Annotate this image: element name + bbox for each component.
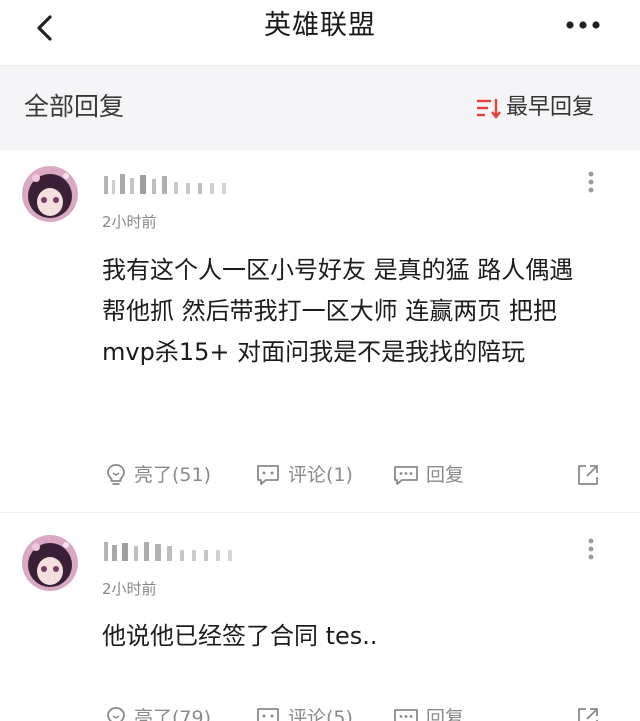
reply-button[interactable]: 回复	[392, 460, 464, 490]
blurred-username-graphic	[104, 542, 232, 561]
like-button[interactable]: 亮了(79)	[104, 703, 211, 721]
reply-bubble-icon	[394, 709, 418, 721]
top-navigation-bar: 英雄联盟	[0, 0, 640, 66]
reply-button[interactable]: 回复	[392, 703, 464, 721]
more-vertical-icon	[588, 171, 594, 193]
share-icon	[578, 465, 598, 485]
share-button[interactable]	[574, 703, 608, 721]
replies-section-header: 全部回复 最早回复	[0, 66, 640, 150]
reply-text: 我有这个人一区小号好友 是真的猛 路人偶遇帮他抓 然后带我打一区大师 连赢两页 …	[102, 256, 574, 366]
sort-icon	[476, 99, 501, 119]
reply-action-bar: 亮了(79) 评论(5) 回复	[104, 703, 604, 721]
comment-count-label: 评论(1)	[288, 464, 353, 486]
comment-button[interactable]: 评论(1)	[254, 460, 353, 490]
avatar-image	[22, 166, 78, 222]
comment-button[interactable]: 评论(5)	[254, 703, 353, 721]
comment-icon	[257, 708, 279, 721]
reply-timestamp: 2小时前	[102, 580, 157, 598]
sort-order-button[interactable]: 最早回复	[476, 92, 594, 124]
like-button[interactable]: 亮了(51)	[104, 460, 211, 490]
blurred-username-graphic	[104, 174, 226, 194]
reply-item: 2小时前 我有这个人一区小号好友 是真的猛 路人偶遇帮他抓 然后带我打一区大师 …	[0, 150, 640, 512]
more-options-button[interactable]	[560, 10, 610, 40]
avatar-image	[22, 535, 78, 591]
lightbulb-icon	[107, 707, 125, 721]
avatar[interactable]	[22, 535, 78, 591]
username-blurred[interactable]	[100, 537, 260, 565]
share-icon	[578, 708, 598, 721]
reply-menu-button[interactable]	[578, 168, 604, 198]
reply-item: 2小时前 他说他已经签了合同 tes.. 亮了(79) 评论(5) 回复	[0, 512, 640, 721]
reply-menu-button[interactable]	[578, 535, 604, 565]
avatar[interactable]	[22, 166, 78, 222]
reply-action-bar: 亮了(51) 评论(1) 回复	[104, 460, 604, 490]
reply-bubble-icon	[394, 466, 418, 485]
reply-label: 回复	[426, 707, 465, 721]
lightbulb-icon	[107, 464, 125, 485]
comment-icon	[257, 465, 279, 485]
reply-timestamp: 2小时前	[102, 213, 157, 231]
more-horizontal-icon	[566, 21, 600, 29]
more-vertical-icon	[588, 538, 594, 560]
like-count-label: 亮了(79)	[134, 707, 212, 721]
reply-text: 他说他已经签了合同 tes..	[102, 622, 378, 650]
username-blurred[interactable]	[100, 170, 260, 198]
reply-label: 回复	[426, 464, 465, 486]
share-button[interactable]	[574, 460, 608, 490]
sort-label: 最早回复	[505, 95, 594, 120]
comment-count-label: 评论(5)	[288, 707, 353, 721]
like-count-label: 亮了(51)	[134, 464, 212, 486]
section-title: 全部回复	[24, 92, 125, 121]
page-title: 英雄联盟	[264, 10, 376, 41]
